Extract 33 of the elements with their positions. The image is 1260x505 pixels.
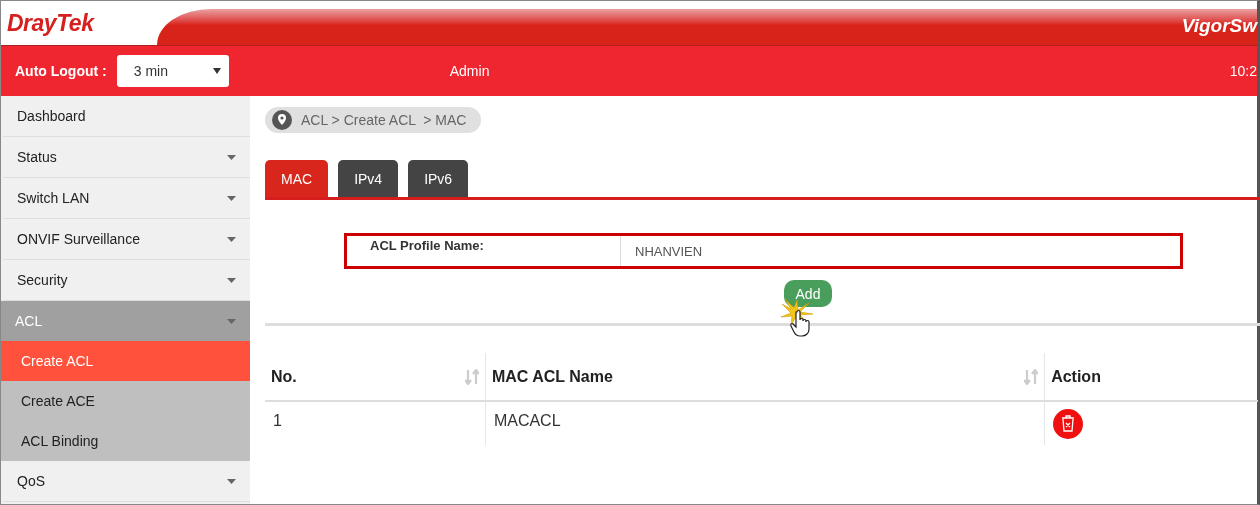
column-header[interactable]: MAC ACL Name [485,353,1045,401]
sidebar-item[interactable]: Switch LAN [3,178,250,219]
location-pin-icon [272,110,292,130]
user-name: Admin [449,63,490,79]
submenu-item[interactable]: ACL Binding [1,421,250,461]
sidebar-item[interactable]: QoS [3,461,250,502]
tab[interactable]: MAC [265,160,329,197]
column-header[interactable]: No. [265,353,486,401]
clock-time: 10:2 [1229,63,1257,79]
table-cell: MACACL [485,401,1045,445]
tab[interactable]: IPv6 [408,160,469,197]
tab[interactable]: IPv4 [338,160,399,197]
caret-icon [227,236,236,242]
column-header[interactable]: Action [1044,353,1258,401]
delete-icon[interactable] [1053,409,1084,439]
sidebar-item[interactable]: ONVIF Surveillance [3,219,250,260]
sidebar-item[interactable]: Status [3,137,250,178]
caret-icon[interactable] [212,68,221,74]
auto-logout-label: Auto Logout : [15,63,107,79]
caret-icon [227,195,236,201]
field-label: ACL Profile Name: [369,237,485,255]
caret-icon [227,277,236,283]
profile-name-field[interactable]: ACL Profile Name: NHANVIEN [344,233,1183,269]
product-name: VigorSw [1181,15,1257,37]
caret-icon [227,478,236,484]
sidebar-item[interactable]: Dashboard [3,96,250,137]
table-cell: 1 [265,401,486,445]
breadcrumb-path: ACL > Create ACL > MAC [301,112,467,128]
auto-logout-select[interactable]: 3 min [116,55,229,87]
submenu-item[interactable]: Create ACE [1,381,250,421]
caret-icon [227,318,236,324]
brand-logo: DrayTek [7,9,94,37]
caret-icon [227,154,236,160]
